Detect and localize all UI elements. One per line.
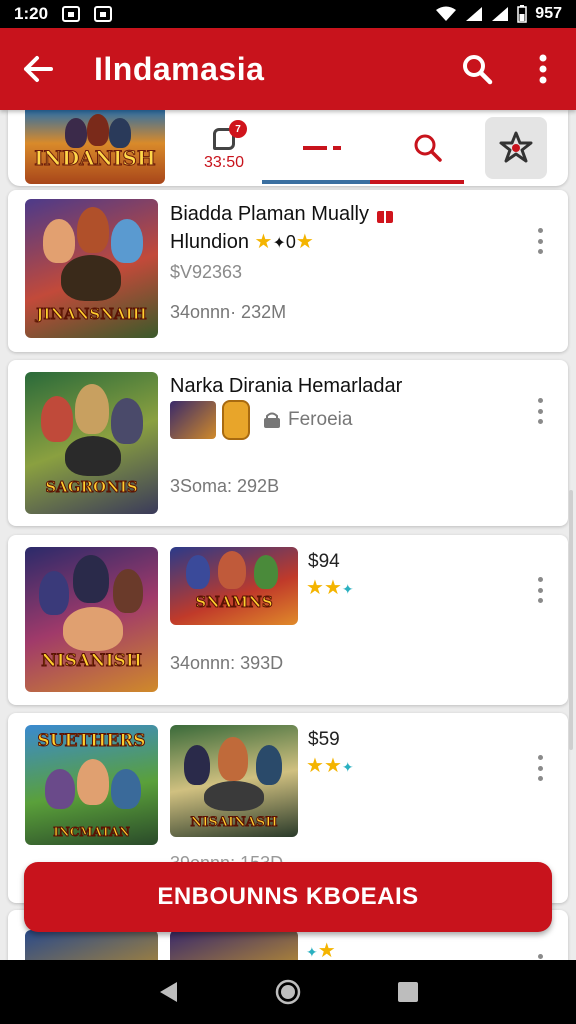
- app-bar: Ilndamasia: [0, 28, 576, 110]
- sparkle-icon: ✦: [306, 944, 318, 960]
- thumbnail-logo: INCMATAN: [53, 825, 131, 840]
- system-nav-bar: [0, 960, 576, 1024]
- notification-icon: [94, 6, 113, 22]
- dash-icon: [303, 146, 341, 150]
- recents-nav-icon[interactable]: [397, 981, 419, 1003]
- back-button[interactable]: [0, 28, 76, 110]
- game-thumbnail: SUETHERS INCMATAN: [25, 725, 158, 845]
- game-price: $59: [308, 729, 340, 750]
- tab-list[interactable]: [288, 110, 358, 186]
- star-icon: ★: [306, 577, 324, 599]
- star-icon: ★: [306, 755, 324, 777]
- game-title: Biadda Plaman Mually: [170, 203, 369, 225]
- game-thumbnail: [25, 930, 158, 960]
- battery-icon: [517, 5, 528, 23]
- chat-icon: 7: [209, 120, 247, 152]
- search-button[interactable]: [444, 28, 510, 110]
- more-vert-icon[interactable]: [530, 224, 550, 258]
- game-price: $94: [308, 551, 340, 572]
- star-icon: ★: [323, 755, 342, 777]
- thumbnail-logo: SNAMNS: [195, 593, 273, 612]
- gift-icon: [376, 210, 393, 223]
- arrow-left-icon: [24, 56, 53, 82]
- sparkle-icon: ✦: [341, 581, 354, 597]
- tab-search[interactable]: [388, 110, 468, 186]
- more-vert-icon[interactable]: [530, 394, 550, 428]
- tab-notifications[interactable]: 7 33:50: [184, 110, 264, 186]
- game-title: Narka Dirania Hemarladar: [170, 375, 403, 397]
- status-time: 1:20: [14, 4, 49, 23]
- sparkle-icon: ✦: [272, 235, 286, 252]
- coin-icon: [222, 400, 250, 440]
- rating-count: 0: [285, 232, 296, 252]
- star-icon: ★: [254, 231, 273, 253]
- more-vert-icon[interactable]: [530, 573, 550, 607]
- thumbnail-logo: SAGRONIS: [45, 478, 138, 497]
- game-thumbnail: NISAINASH: [170, 725, 298, 837]
- sparkle-icon: ✦: [341, 759, 354, 775]
- game-meta: 34onnn· 232M: [170, 302, 287, 322]
- back-nav-icon[interactable]: [157, 980, 179, 1004]
- game-thumbnail: JINANSNAIH: [25, 199, 158, 338]
- game-thumbnail: SAGRONIS: [25, 372, 158, 514]
- thumbnail-logo: JINANSNAIH: [36, 305, 148, 324]
- star-outline-icon: [499, 131, 533, 163]
- game-banner[interactable]: INDANISH: [25, 110, 165, 184]
- game-card[interactable]: SAGRONIS Narka Dirania Hemarladar Feroei…: [8, 360, 568, 526]
- more-vert-icon[interactable]: [530, 950, 550, 960]
- star-icon: ★: [323, 577, 342, 599]
- tab-indicator: [262, 180, 370, 184]
- thumbnail-logo: NISANISH: [41, 651, 143, 672]
- game-thumbnail: [170, 930, 298, 960]
- game-thumbnail: SNAMNS: [170, 547, 298, 625]
- game-thumbnail: NISANISH: [25, 547, 158, 692]
- wifi-icon: [436, 6, 457, 21]
- notification-badge: 7: [229, 120, 247, 138]
- tab-strip: INDANISH 7 33:50: [8, 110, 568, 186]
- page-title: Ilndamasia: [94, 50, 265, 87]
- banner-logo: INDANISH: [34, 146, 156, 171]
- search-icon: [414, 134, 442, 162]
- more-vert-icon: [539, 54, 547, 84]
- lock-icon: [264, 412, 280, 428]
- game-meta: 34onnn: 393D: [170, 653, 284, 673]
- tab-indicator: [370, 180, 464, 184]
- primary-action-button[interactable]: ENBOUNNS KBOEAIS: [24, 862, 552, 932]
- notification-icon: [62, 6, 81, 22]
- game-tag: Feroeia: [288, 409, 353, 430]
- game-meta: 3Soma: 292B: [170, 476, 280, 496]
- game-card[interactable]: NISANISH SNAMNS $94 ★★✦ 34onnn: 393D: [8, 535, 568, 705]
- status-bar: 1:20 957: [0, 0, 576, 28]
- signal-icon: [492, 7, 509, 21]
- battery-text: 957: [535, 5, 562, 22]
- tab-count-label: 33:50: [203, 154, 245, 171]
- thumbnail-logo: SUETHERS: [37, 731, 146, 752]
- home-nav-icon[interactable]: [274, 978, 302, 1006]
- game-card[interactable]: JINANSNAIH Biadda Plaman Mually Hlundion…: [8, 190, 568, 352]
- game-icon-image: [170, 401, 216, 439]
- signal-icon: [466, 7, 483, 21]
- star-icon: ★: [295, 231, 314, 253]
- game-subtitle: Hlundion: [170, 231, 249, 253]
- content-area[interactable]: INDANISH 7 33:50 JINANSNAIH Biadda Plama…: [0, 110, 576, 960]
- more-options-button[interactable]: [510, 28, 576, 110]
- game-price: $V92363: [170, 262, 243, 282]
- search-icon: [463, 55, 493, 85]
- star-icon: ★: [317, 940, 336, 960]
- tab-favorites[interactable]: [482, 110, 550, 186]
- more-vert-icon[interactable]: [530, 751, 550, 785]
- scrollbar[interactable]: [569, 490, 573, 750]
- thumbnail-logo: NISAINASH: [190, 815, 278, 831]
